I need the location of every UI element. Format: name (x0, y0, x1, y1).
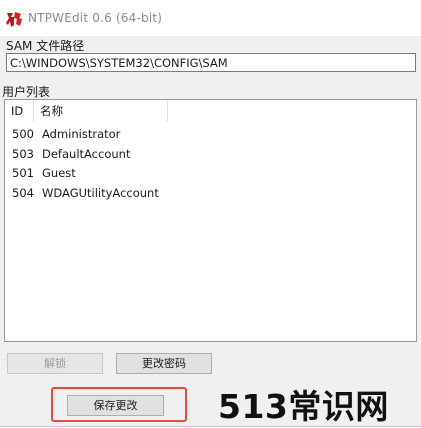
user-id: 500 (12, 127, 34, 141)
user-name: WDAGUtilityAccount (42, 185, 159, 200)
user-row[interactable]: 500 Administrator (5, 125, 416, 145)
window-title: NTPWEdit 0.6 (64-bit) (28, 11, 163, 25)
save-changes-button[interactable]: 保存更改 (67, 395, 164, 416)
user-id: 501 (12, 166, 34, 180)
unlock-button[interactable]: 解锁 (7, 353, 103, 374)
user-name: DefaultAccount (42, 146, 131, 161)
user-id: 503 (12, 146, 34, 161)
list-header: ID 名称 (5, 100, 416, 122)
user-row[interactable]: 503 DefaultAccount (5, 145, 416, 165)
user-list[interactable]: ID 名称 500 Administrator 503 DefaultAccou… (4, 99, 417, 342)
user-list-label: 用户列表 (2, 85, 51, 99)
column-header-name[interactable]: 名称 (34, 100, 168, 122)
user-id: 504 (12, 185, 34, 200)
column-header-id[interactable]: ID (5, 100, 34, 122)
user-name: Guest (42, 166, 76, 180)
user-row[interactable]: 501 Guest (5, 164, 416, 184)
user-row[interactable]: 504 WDAGUtilityAccount (5, 184, 416, 204)
user-name: Administrator (42, 127, 121, 141)
ntpwedit-app-icon (6, 12, 22, 27)
change-password-button[interactable]: 更改密码 (116, 353, 212, 374)
title-bar: NTPWEdit 0.6 (64-bit) (0, 0, 421, 36)
sam-path-label: SAM 文件路径 (6, 39, 85, 53)
watermark-text: 513常识网 (218, 387, 389, 426)
sam-path-field[interactable]: C:\WINDOWS\SYSTEM32\CONFIG\SAM (6, 53, 416, 72)
user-rows: 500 Administrator 503 DefaultAccount 501… (5, 125, 416, 203)
